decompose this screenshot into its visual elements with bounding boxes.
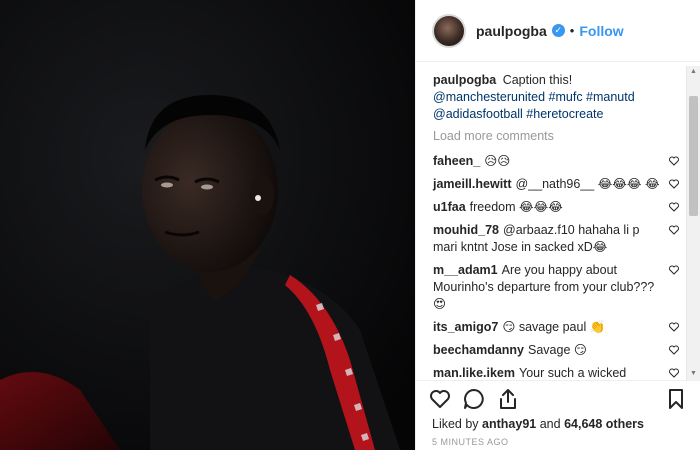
likes-summary: Liked by anthay91 and 64,648 others	[432, 417, 644, 431]
comment-username[interactable]: jameill.hewitt	[433, 177, 512, 191]
bookmark-icon[interactable]	[664, 387, 688, 411]
comment-icon[interactable]	[462, 387, 486, 411]
avatar[interactable]	[432, 13, 466, 48]
comment-username[interactable]: faheen_	[433, 154, 480, 168]
scrollbar[interactable]: ▲ ▼	[686, 66, 700, 380]
caption-tags[interactable]: @manchesterunited #mufc #manutd @adidasf…	[433, 89, 686, 123]
comment-like-heart-icon[interactable]	[668, 264, 680, 276]
comment-username[interactable]: u1faa	[433, 200, 466, 214]
caption-text: Caption this!	[502, 73, 573, 87]
scroll-down-icon[interactable]: ▼	[687, 368, 700, 380]
comment-username[interactable]: m__adam1	[433, 263, 498, 277]
post-actions: Liked by anthay91 and 64,648 others 5 MI…	[416, 380, 700, 450]
comment-text: 😏 savage paul 👏	[502, 320, 606, 334]
comment-like-heart-icon[interactable]	[668, 367, 680, 379]
comment-text: Savage 😏	[528, 343, 587, 357]
comment-username[interactable]: beechamdanny	[433, 343, 524, 357]
instagram-post: paulpogba ✓ • Follow paulpogba Caption t…	[0, 0, 700, 450]
share-icon[interactable]	[496, 387, 520, 411]
header-username[interactable]: paulpogba	[476, 23, 547, 39]
scroll-up-icon[interactable]: ▲	[687, 66, 700, 78]
comment-text: @__nath96__ 😂😂😂 😂	[515, 177, 660, 191]
comment-username[interactable]: its_amigo7	[433, 320, 498, 334]
comment-like-heart-icon[interactable]	[668, 344, 680, 356]
comment-text: 😥😥	[484, 154, 511, 168]
comments-list[interactable]: paulpogba Caption this! @manchesterunite…	[416, 66, 686, 380]
action-icons	[428, 387, 688, 415]
post-photo	[0, 0, 415, 450]
post-timestamp: 5 MINUTES AGO	[432, 437, 509, 447]
load-more-comments-button[interactable]: Load more comments	[433, 129, 686, 143]
comment-text: freedom 😂😂😂	[469, 200, 563, 214]
post-caption: paulpogba Caption this! @manchesterunite…	[433, 72, 686, 123]
comment-row: jameill.hewitt @__nath96__ 😂😂😂 😂	[433, 176, 686, 193]
verified-badge-icon: ✓	[551, 24, 565, 37]
comment-panel: paulpogba ✓ • Follow paulpogba Caption t…	[415, 0, 700, 450]
player-photo-illustration	[0, 0, 415, 450]
comment-like-heart-icon[interactable]	[668, 321, 680, 333]
scrollbar-thumb[interactable]	[689, 96, 698, 216]
separator-dot: •	[569, 23, 575, 38]
comment-like-heart-icon[interactable]	[668, 201, 680, 213]
liked-by-user[interactable]: anthay91	[482, 417, 536, 431]
comment-username[interactable]: man.like.ikem	[433, 366, 515, 380]
heart-icon[interactable]	[428, 387, 452, 411]
post-header: paulpogba ✓ • Follow	[416, 0, 700, 62]
likes-count[interactable]: 64,648 others	[564, 417, 644, 431]
comment-like-heart-icon[interactable]	[668, 155, 680, 167]
comment-username[interactable]: mouhid_78	[433, 223, 499, 237]
comment-container: faheen_ 😥😥 jameill.hewitt @__nath96__ 😂😂😂 😂…	[433, 153, 686, 380]
comment-row: beechamdanny Savage 😏	[433, 342, 686, 359]
comment-like-heart-icon[interactable]	[668, 224, 680, 236]
comment-row: u1faa freedom 😂😂😂	[433, 199, 686, 216]
comment-row: faheen_ 😥😥	[433, 153, 686, 170]
comment-row: mouhid_78 @arbaaz.f10 hahaha li p mari kn…	[433, 222, 686, 256]
caption-username[interactable]: paulpogba	[433, 73, 496, 87]
comment-row: its_amigo7 😏 savage paul 👏	[433, 319, 686, 336]
likes-prefix: Liked by	[432, 417, 479, 431]
comment-like-heart-icon[interactable]	[668, 178, 680, 190]
comment-row: m__adam1 Are you happy about Mourinho's d…	[433, 262, 686, 313]
comment-row: man.like.ikemYour such a wicked person 😱…	[433, 365, 686, 380]
likes-middle: and	[539, 417, 561, 431]
follow-button[interactable]: Follow	[579, 23, 623, 39]
